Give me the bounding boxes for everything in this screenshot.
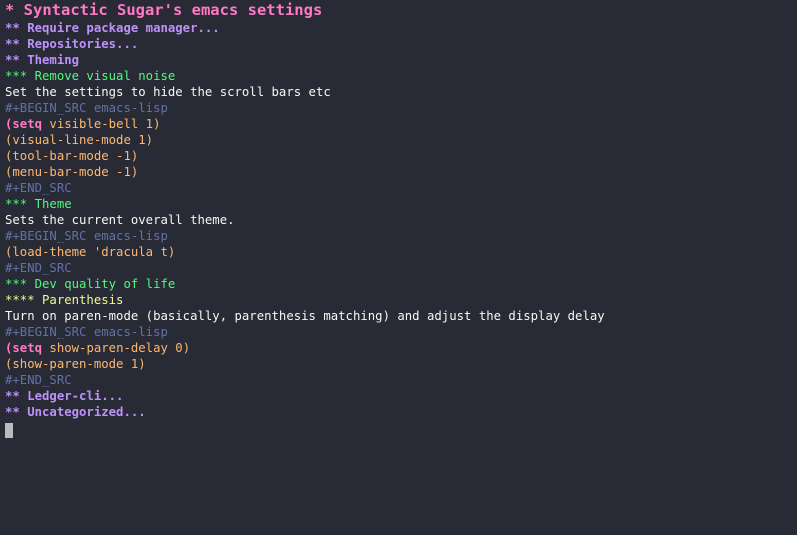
src-line: (setq show-paren-delay 0) (5, 340, 797, 356)
org-heading-theming[interactable]: ** Theming (5, 52, 797, 68)
org-heading-ledger-cli[interactable]: ** Ledger-cli... (5, 388, 797, 404)
editor-buffer[interactable]: * Syntactic Sugar's emacs settings ** Re… (0, 0, 797, 438)
org-heading-require-package-manager[interactable]: ** Require package manager... (5, 20, 797, 36)
src-block-begin: #+BEGIN_SRC emacs-lisp (5, 325, 168, 339)
src-block-end: #+END_SRC (5, 181, 72, 195)
src-block-end: #+END_SRC (5, 261, 72, 275)
text-cursor (5, 423, 13, 438)
src-line: (menu-bar-mode -1) (5, 165, 139, 179)
text-line: Turn on paren-mode (basically, parenthes… (5, 309, 605, 323)
org-heading-remove-visual-noise[interactable]: *** Remove visual noise (5, 68, 797, 84)
text-line: Set the settings to hide the scroll bars… (5, 85, 331, 99)
org-heading-parenthesis[interactable]: **** Parenthesis (5, 292, 797, 308)
org-heading-uncategorized[interactable]: ** Uncategorized... (5, 404, 797, 420)
src-block-end: #+END_SRC (5, 373, 72, 387)
src-code: show-paren-delay 0) (42, 341, 191, 355)
src-line: (visual-line-mode 1) (5, 133, 154, 147)
src-line: (show-paren-mode 1) (5, 357, 146, 371)
src-code: visible-bell 1) (42, 117, 161, 131)
keyword-setq: (setq (5, 341, 43, 355)
src-block-begin: #+BEGIN_SRC emacs-lisp (5, 101, 168, 115)
text-line: Sets the current overall theme. (5, 213, 235, 227)
src-line: (setq visible-bell 1) (5, 116, 797, 132)
src-line: (tool-bar-mode -1) (5, 149, 139, 163)
org-heading-dev-quality-of-life[interactable]: *** Dev quality of life (5, 276, 797, 292)
src-line: (load-theme 'dracula t) (5, 245, 176, 259)
org-heading-repositories[interactable]: ** Repositories... (5, 36, 797, 52)
org-heading-title[interactable]: * Syntactic Sugar's emacs settings (5, 2, 797, 20)
src-block-begin: #+BEGIN_SRC emacs-lisp (5, 229, 168, 243)
keyword-setq: (setq (5, 117, 43, 131)
org-heading-theme[interactable]: *** Theme (5, 196, 797, 212)
